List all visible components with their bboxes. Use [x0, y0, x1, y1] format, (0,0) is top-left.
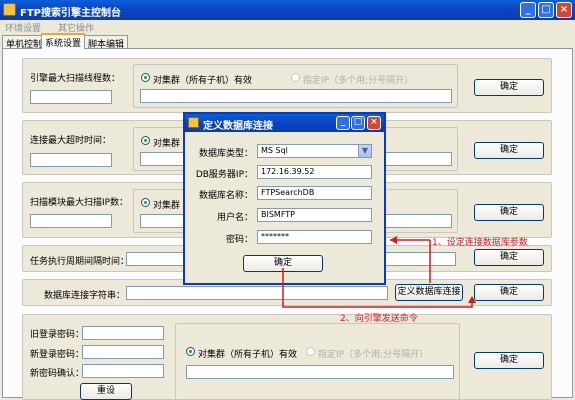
annotation-arrows: [282, 236, 476, 308]
annotation-step2: 2、向引擎发送命令: [340, 314, 418, 324]
annotation-step1: 1、设定连接数据库参数: [432, 238, 528, 248]
